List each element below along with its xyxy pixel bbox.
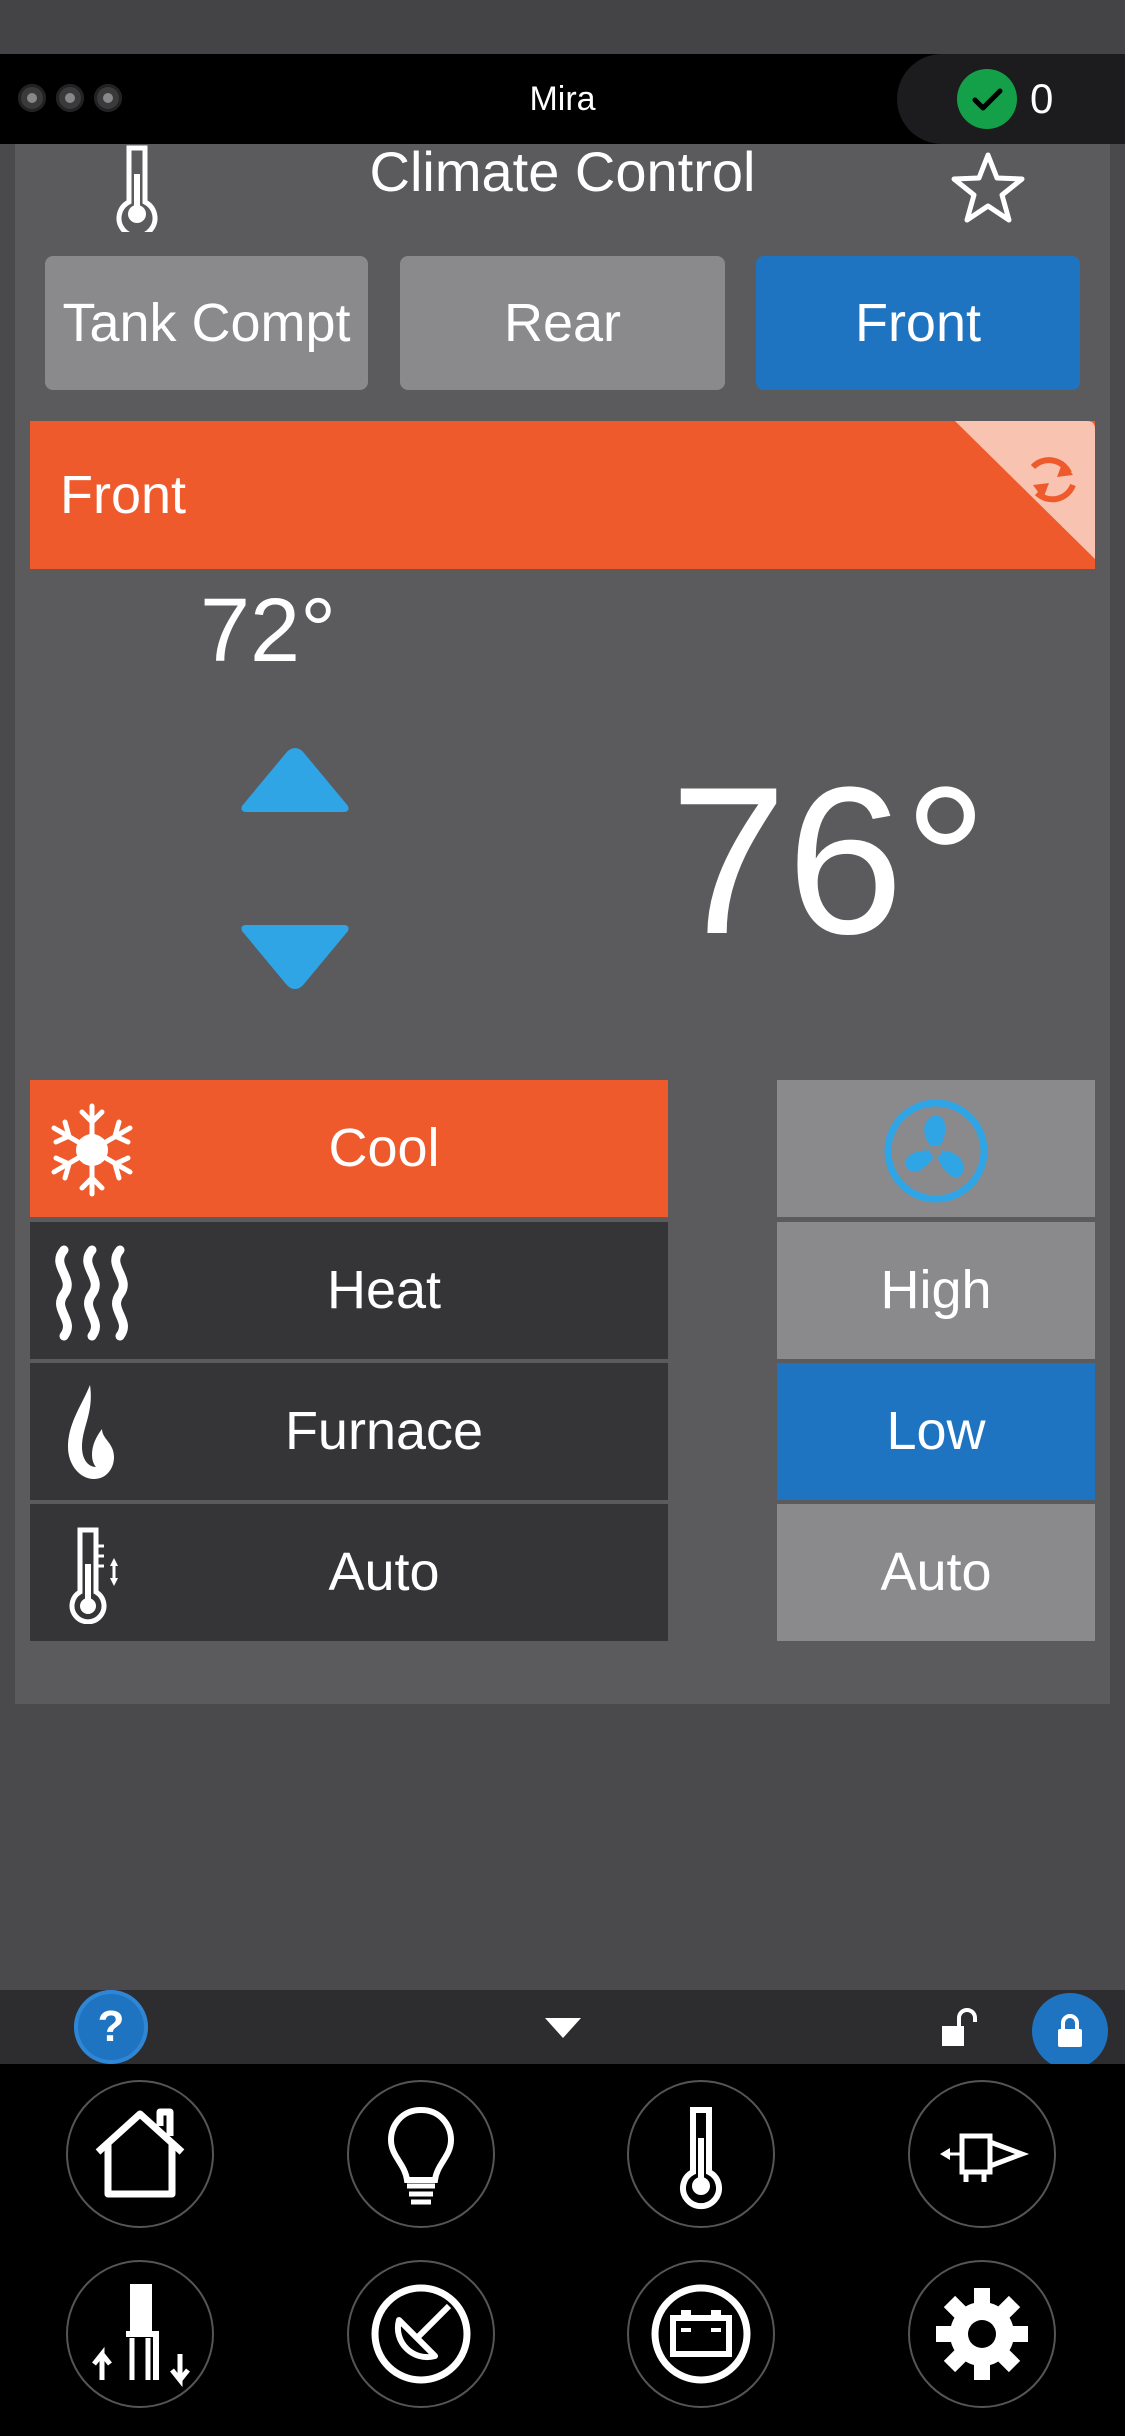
lock-icon — [1058, 2014, 1082, 2047]
zone-header-label: Front — [60, 465, 187, 525]
mode-furnace-label: Furnace — [284, 1401, 484, 1461]
nav-climate-button[interactable] — [627, 2080, 775, 2228]
nav-settings-button[interactable] — [908, 2260, 1056, 2408]
zone-header-bar — [30, 421, 1095, 569]
battery-icon — [651, 2284, 751, 2384]
fan-icon — [884, 1099, 988, 1203]
zone-tab-rear[interactable]: Rear — [400, 256, 725, 390]
check-icon — [957, 69, 1017, 129]
unlock-icon[interactable] — [940, 2006, 980, 2050]
temp-down-arrow-icon[interactable] — [238, 923, 352, 993]
nav-satellite-button[interactable] — [347, 2260, 495, 2408]
zone-tab-front[interactable]: Front — [756, 256, 1080, 390]
favorite-star-icon[interactable] — [950, 150, 1026, 226]
satellite-icon — [371, 2284, 471, 2384]
mode-auto-button[interactable]: Auto — [30, 1504, 668, 1641]
status-bar — [0, 0, 1125, 54]
fan-toggle-button[interactable] — [777, 1080, 1095, 1217]
mode-auto-label: Auto — [328, 1542, 440, 1602]
fan-auto-button[interactable]: Auto — [777, 1504, 1095, 1641]
slide-out-icon — [940, 2133, 1030, 2182]
mode-heat-button[interactable]: Heat — [30, 1222, 668, 1359]
status-count: 0 — [1030, 75, 1054, 122]
setpoint-temperature: 72° — [200, 581, 337, 681]
nav-slide-out-button[interactable] — [908, 2080, 1056, 2228]
lightbulb-icon — [387, 2106, 455, 2205]
thermometer-icon — [680, 2107, 722, 2210]
chevron-down-icon[interactable] — [543, 2016, 583, 2040]
mode-cool-button[interactable]: Cool — [30, 1080, 668, 1217]
home-icon — [95, 2108, 185, 2198]
gear-icon — [936, 2288, 1028, 2380]
nav-battery-button[interactable] — [627, 2260, 775, 2408]
nav-leveling-button[interactable] — [66, 2260, 214, 2408]
zone-tab-tank-compt[interactable]: Tank Compt — [45, 256, 368, 390]
lock-button[interactable] — [1032, 1993, 1108, 2069]
mode-cool-label: Cool — [328, 1118, 440, 1178]
nav-lighting-button[interactable] — [347, 2080, 495, 2228]
help-button[interactable]: ? — [74, 1990, 148, 2064]
sync-corner[interactable] — [955, 421, 1095, 559]
mode-heat-label: Heat — [326, 1260, 442, 1320]
mode-furnace-button[interactable]: Furnace — [30, 1363, 668, 1500]
nav-home-button[interactable] — [66, 2080, 214, 2228]
leveling-icon — [92, 2284, 190, 2388]
fan-low-button[interactable]: Low — [777, 1363, 1095, 1500]
current-temperature: 76° — [670, 743, 988, 978]
temp-up-arrow-icon[interactable] — [238, 744, 352, 814]
fan-high-button[interactable]: High — [777, 1222, 1095, 1359]
